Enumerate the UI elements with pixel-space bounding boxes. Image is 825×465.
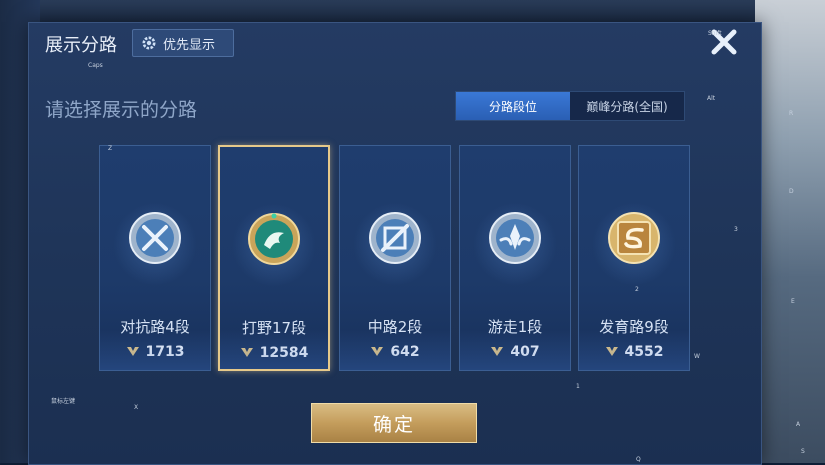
hotkey-s: S: [801, 448, 805, 455]
lane-display-dialog: 展示分路 优先显示 请选择展示的分路 分路段位 巅峰分路(全国) 对抗路4段 1…: [28, 22, 762, 465]
lane-card-mid[interactable]: 中路2段 642: [339, 145, 451, 371]
roam-emblem-icon: [489, 212, 541, 264]
hotkey-2: 2: [635, 286, 639, 293]
hotkey-d: D: [789, 188, 794, 195]
hotkey-q: Q: [636, 456, 641, 463]
hotkey-caps: Caps: [88, 62, 103, 69]
hotkey-3: 3: [734, 226, 738, 233]
clash-lane-emblem-icon: [129, 212, 181, 264]
lane-card-clash[interactable]: 对抗路4段 1713: [99, 145, 211, 371]
dialog-title: 展示分路: [45, 35, 117, 56]
mid-lane-emblem-icon: [369, 212, 421, 264]
background-top-strip: [0, 0, 825, 22]
lane-card-jungle[interactable]: 打野17段 12584: [218, 145, 330, 371]
farm-lane-emblem-icon: [608, 212, 660, 264]
lane-tabs: 分路段位 巅峰分路(全国): [455, 91, 685, 121]
hotkey-alt: Alt: [707, 95, 716, 102]
choose-lane-prompt: 请选择展示的分路: [45, 99, 198, 121]
hotkey-shift: Shift: [708, 30, 722, 37]
card-bottom-glow: [340, 330, 450, 370]
gear-icon: [142, 36, 156, 50]
card-bottom-glow: [220, 329, 328, 369]
hotkey-a: A: [796, 421, 801, 428]
priority-display-button[interactable]: 优先显示: [132, 29, 234, 57]
confirm-button[interactable]: 确定: [311, 403, 477, 443]
hotkey-x: X: [134, 404, 139, 411]
card-bottom-glow: [460, 330, 570, 370]
card-bottom-glow: [579, 330, 689, 370]
hotkey-r: R: [789, 110, 794, 117]
jungle-emblem-icon: [248, 213, 300, 265]
priority-display-label: 优先显示: [163, 37, 216, 53]
card-bottom-glow: [100, 330, 210, 370]
hotkey-e: E: [791, 298, 795, 305]
lane-card-farm[interactable]: 发育路9段 4552: [578, 145, 690, 371]
hotkey-1: 1: [576, 383, 580, 390]
tab-lane-rank[interactable]: 分路段位: [456, 92, 570, 120]
lane-card-roam[interactable]: 游走1段 407: [459, 145, 571, 371]
hotkey-z: Z: [108, 145, 113, 152]
hotkey-left-mouse: 鼠标左键: [51, 398, 76, 405]
hotkey-w: W: [694, 353, 700, 360]
background-right-scene: [755, 0, 825, 463]
tab-peak-lane-national[interactable]: 巅峰分路(全国): [570, 92, 684, 120]
